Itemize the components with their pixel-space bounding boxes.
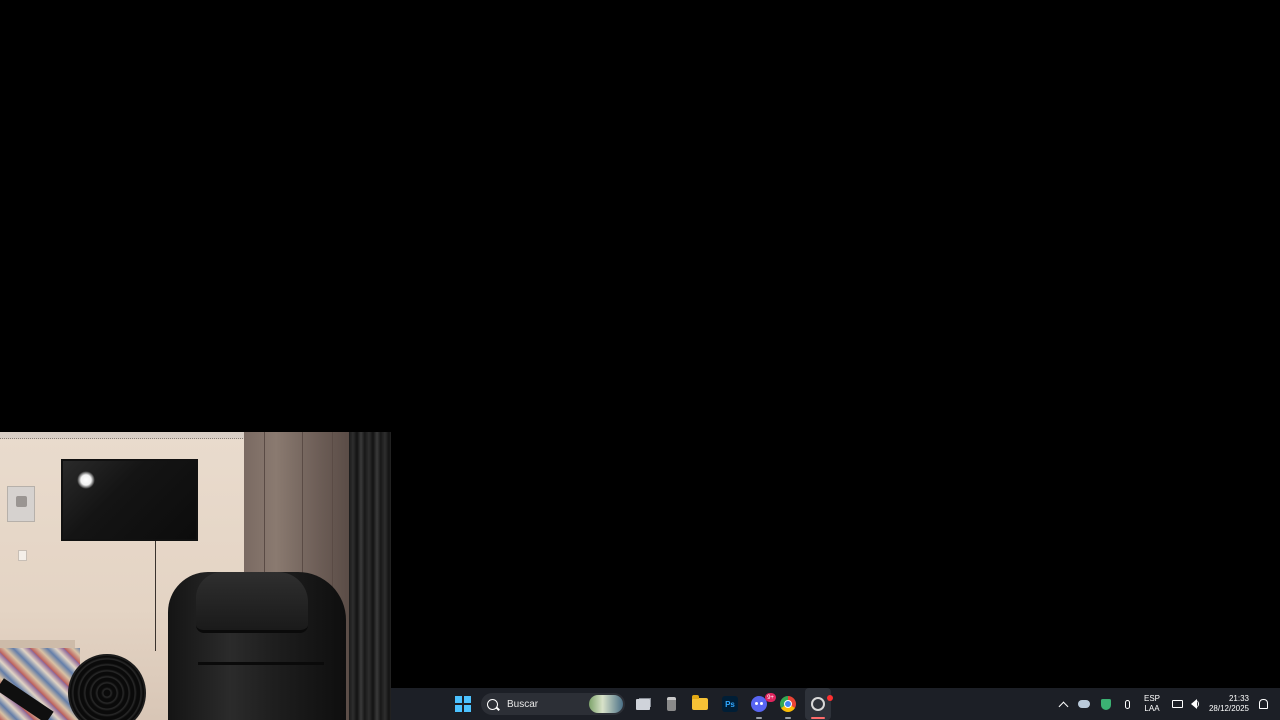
tray-microphone[interactable] — [1120, 688, 1134, 720]
windows-icon — [455, 696, 471, 712]
active-indicator — [811, 717, 825, 719]
microphone-icon — [1124, 699, 1130, 709]
shelf — [0, 640, 75, 648]
webcam-ceiling — [0, 432, 245, 439]
tray-security[interactable] — [1098, 688, 1114, 720]
light-switch — [18, 550, 27, 561]
tv-cable — [155, 541, 158, 651]
chrome-icon — [780, 696, 796, 712]
taskbar-app-chrome[interactable] — [777, 688, 799, 720]
taskbar-app-obs[interactable] — [805, 688, 833, 720]
recording-dot-icon — [827, 695, 833, 701]
tray-language[interactable]: ESP LAA — [1139, 688, 1165, 720]
photoshop-icon: Ps — [722, 696, 738, 712]
discord-notification-badge: 9+ — [765, 693, 776, 702]
task-view-button[interactable] — [632, 688, 654, 720]
tv-glare — [77, 471, 95, 489]
tray-volume[interactable] — [1187, 688, 1201, 720]
notifications-button[interactable] — [1256, 688, 1270, 720]
tray-clock[interactable]: 21:33 28/12/2025 — [1205, 688, 1253, 720]
running-indicator — [785, 717, 791, 719]
running-indicator — [756, 717, 762, 719]
keyboard-layout: LAA — [1144, 704, 1160, 713]
search-icon — [487, 698, 498, 710]
clock: 21:33 28/12/2025 — [1209, 694, 1249, 714]
clock-date: 28/12/2025 — [1208, 704, 1250, 713]
obs-icon — [811, 697, 825, 711]
speaker-icon — [1191, 699, 1199, 709]
chair-seam — [198, 662, 324, 665]
taskbar-search-box[interactable]: Buscar — [481, 693, 625, 715]
search-placeholder: Buscar — [507, 698, 539, 710]
clock-time: 21:33 — [1228, 694, 1250, 703]
task-view-icon — [636, 698, 650, 710]
folder-icon — [692, 695, 708, 710]
language-indicator: ESP LAA — [1144, 694, 1160, 714]
taskbar-app-file-explorer[interactable] — [689, 688, 711, 720]
tray-network[interactable] — [1170, 688, 1184, 720]
shield-icon — [1101, 698, 1111, 710]
taskbar-app-mail[interactable] — [661, 688, 681, 720]
webcam-tv — [61, 459, 198, 541]
cloud-icon — [1078, 700, 1090, 708]
chair-headrest — [196, 572, 308, 633]
webcam-curtain — [349, 432, 391, 720]
language-code: ESP — [1143, 694, 1160, 703]
wall-plaque — [7, 486, 35, 522]
taskbar-app-photoshop[interactable]: Ps — [719, 688, 741, 720]
network-icon — [1171, 700, 1183, 708]
start-button[interactable] — [453, 688, 473, 720]
show-hidden-icons-button[interactable] — [1055, 688, 1071, 720]
taskbar-app-discord[interactable]: 9+ — [748, 688, 776, 720]
tray-onedrive[interactable] — [1076, 688, 1092, 720]
mail-icon — [666, 697, 676, 711]
search-highlight-image — [589, 695, 623, 713]
desktop: Buscar Ps 9+ ESP LAA 21:33 28/12/2025 — [0, 0, 1280, 720]
plaque-emblem — [16, 496, 27, 507]
chevron-up-icon — [1058, 701, 1068, 711]
notification-bell-icon — [1258, 699, 1268, 709]
taskbar: Buscar Ps 9+ ESP LAA 21:33 28/12/2025 — [391, 688, 1280, 720]
webcam-preview-window[interactable] — [0, 432, 391, 720]
